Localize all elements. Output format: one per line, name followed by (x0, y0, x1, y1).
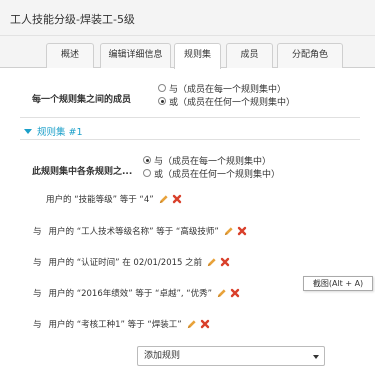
rule-set-toggle[interactable]: 规则集 #1 (24, 124, 83, 138)
caret-down-icon (24, 128, 32, 134)
add-rule-label: 添加规则 (144, 351, 181, 361)
rule-text: 用户的 “认证时间” 在 02/01/2015 之前 (48, 258, 203, 268)
tab-edit-details[interactable]: 编辑详细信息 (100, 43, 171, 68)
divider (20, 117, 360, 118)
pencil-icon[interactable] (206, 257, 217, 268)
rule-text: 用户的 “工人技术等级名称” 等于 “高级技师” (48, 227, 219, 237)
x-icon[interactable] (172, 194, 182, 204)
rule-set-title: 规则集 #1 (37, 127, 83, 138)
rule-text: 用户的 “考核工种1” 等于 “焊装工” (48, 320, 182, 330)
within-or-radio[interactable] (143, 169, 151, 177)
between-sets-label: 每一个规则集之间的成员 (32, 95, 132, 105)
rule-item: 与 用户的 “认证时间” 在 02/01/2015 之前 (33, 255, 230, 269)
rule-prefix: 与 (33, 320, 42, 330)
pencil-icon[interactable] (186, 319, 197, 330)
within-or-label: 或（成员在任何一个规则集中） (154, 169, 281, 180)
rule-item: 用户的 “技能等级” 等于 “4” (46, 192, 182, 206)
between-and-label: 与（成员在每一个规则集中） (169, 84, 287, 95)
rule-item: 与 用户的 “工人技术等级名称” 等于 “高级技师” (33, 224, 247, 238)
within-and-label: 与（成员在每一个规则集中） (154, 156, 272, 167)
window-title: 工人技能分级-焊装工-5级 (10, 13, 135, 26)
tab-rule-sets[interactable]: 规则集 (174, 43, 221, 69)
between-and-radio[interactable] (158, 84, 166, 92)
add-rule-select[interactable]: 添加规则 (137, 346, 325, 366)
tab-bar: 概述 编辑详细信息 规则集 成员 分配角色 (0, 36, 375, 69)
between-or-radio[interactable] (158, 97, 166, 105)
tab-assign-roles[interactable]: 分配角色 (277, 43, 343, 68)
between-or-option[interactable]: 或（成员在任何一个规则集中） (158, 95, 296, 108)
between-and-option[interactable]: 与（成员在每一个规则集中） (158, 82, 287, 95)
chevron-down-icon (313, 355, 319, 359)
tab-members[interactable]: 成员 (226, 43, 273, 68)
rule-prefix: 与 (33, 258, 42, 268)
x-icon[interactable] (220, 257, 230, 267)
within-or-option[interactable]: 或（成员在任何一个规则集中） (143, 167, 281, 180)
x-icon[interactable] (237, 226, 247, 236)
within-and-radio[interactable] (143, 156, 151, 164)
rule-prefix: 与 (33, 227, 42, 237)
rule-text: 用户的 “2016年绩效” 等于 “卓越”, “优秀” (48, 289, 213, 299)
rule-text: 用户的 “技能等级” 等于 “4” (46, 195, 154, 205)
pencil-icon[interactable] (158, 194, 169, 205)
window-titlebar: 工人技能分级-焊装工-5级 (0, 0, 375, 36)
x-icon[interactable] (230, 288, 240, 298)
divider (20, 139, 360, 140)
pencil-icon[interactable] (216, 288, 227, 299)
rule-prefix: 与 (33, 289, 42, 299)
rule-item: 与 用户的 “2016年绩效” 等于 “卓越”, “优秀” (33, 286, 240, 300)
screenshot-tooltip: 截图(Alt + A) (303, 276, 373, 291)
tab-overview[interactable]: 概述 (46, 43, 94, 68)
between-or-label: 或（成员在任何一个规则集中） (169, 97, 296, 108)
x-icon[interactable] (200, 319, 210, 329)
rule-item: 与 用户的 “考核工种1” 等于 “焊装工” (33, 317, 210, 331)
within-set-label: 此规则集中各条规则之... (32, 167, 133, 177)
within-and-option[interactable]: 与（成员在每一个规则集中） (143, 154, 272, 167)
pencil-icon[interactable] (223, 226, 234, 237)
